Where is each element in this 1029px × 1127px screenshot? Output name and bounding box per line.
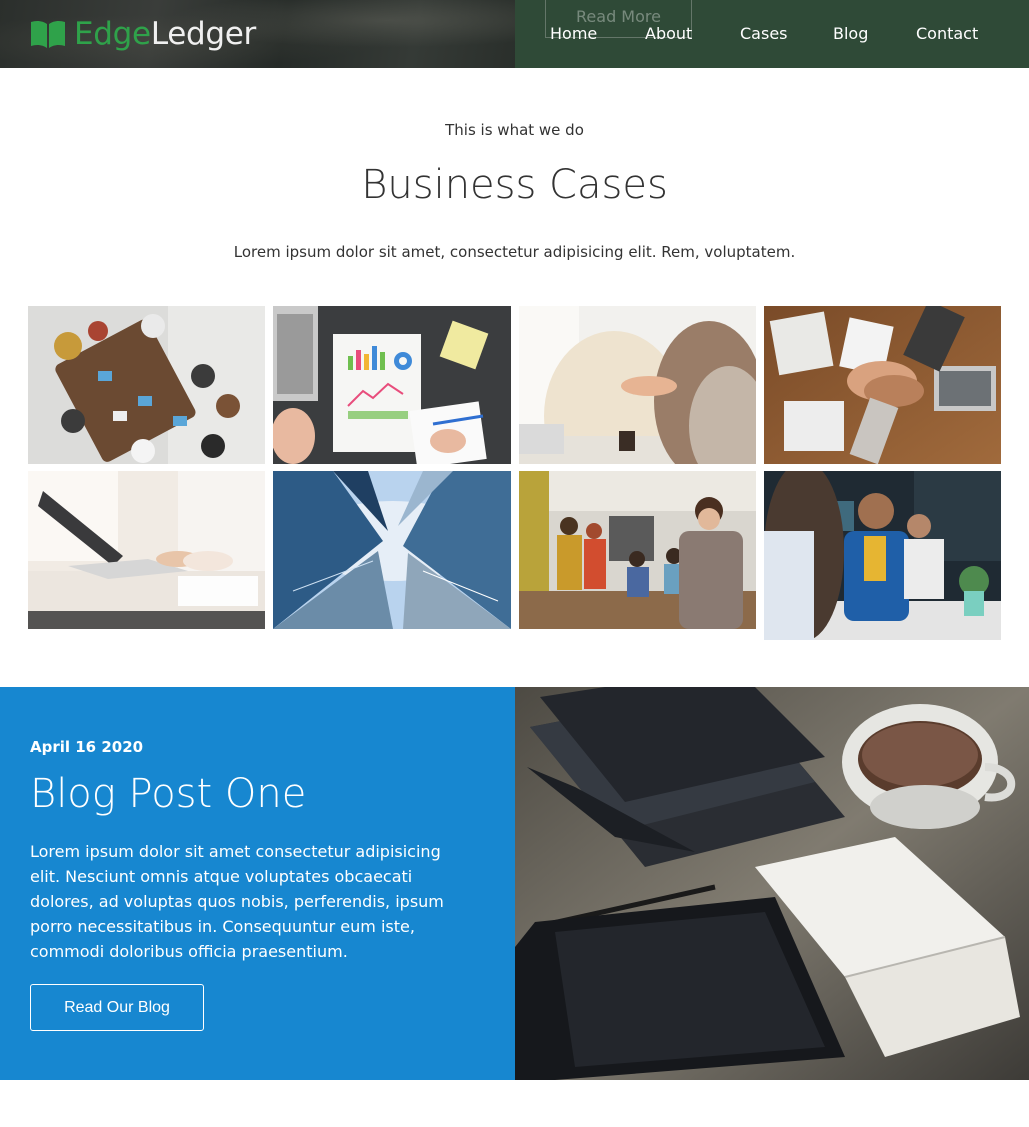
nav-cases[interactable]: Cases <box>740 23 788 45</box>
read-our-blog-button[interactable]: Read Our Blog <box>30 984 204 1031</box>
case-image-office-team[interactable] <box>519 471 756 629</box>
cases-title: Business Cases <box>361 162 668 208</box>
nav-contact[interactable]: Contact <box>916 23 978 45</box>
case-image-team-hands[interactable] <box>764 306 1001 464</box>
site-header: Read More EdgeLedger Home About Cases Bl… <box>0 0 1029 68</box>
blog-date: April 16 2020 <box>30 738 144 756</box>
blog-panel: April 16 2020 Blog Post One Lorem ipsum … <box>0 687 515 1080</box>
main-nav: Home About Cases Blog Contact <box>0 23 1029 45</box>
nav-home[interactable]: Home <box>550 23 597 45</box>
case-image-laptop-typing[interactable] <box>28 471 265 629</box>
blog-title: Blog Post One <box>30 771 307 817</box>
case-image-smiling-woman[interactable] <box>764 471 1001 640</box>
case-image-meeting-table[interactable] <box>28 306 265 464</box>
blog-image-coffee-notebooks <box>515 687 1029 1080</box>
case-image-handshake[interactable] <box>519 306 756 464</box>
cases-subtitle: Lorem ipsum dolor sit amet, consectetur … <box>233 243 796 261</box>
blog-excerpt: Lorem ipsum dolor sit amet consectetur a… <box>30 842 444 961</box>
case-image-skyscrapers[interactable] <box>273 471 511 629</box>
case-image-charts-desk[interactable] <box>273 306 511 464</box>
cases-eyebrow: This is what we do <box>445 121 584 139</box>
nav-blog[interactable]: Blog <box>833 23 868 45</box>
nav-about[interactable]: About <box>645 23 692 45</box>
